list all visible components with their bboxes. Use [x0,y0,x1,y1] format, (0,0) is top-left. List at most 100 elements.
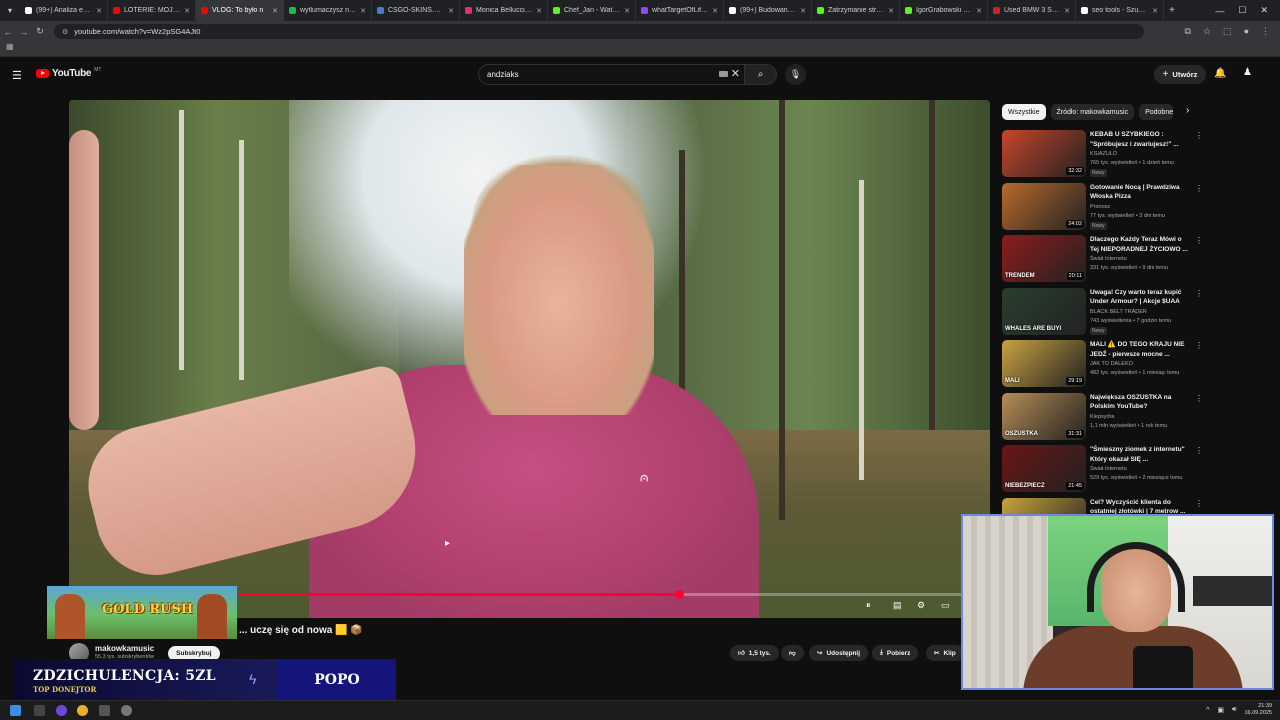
search-button[interactable]: ⌕ [745,64,777,85]
more-options-icon[interactable]: ⋮ [1195,446,1203,455]
back-icon[interactable]: ← [0,27,16,37]
browser-tab[interactable]: IgorGrabowski - Wa ✕ [900,0,988,21]
browser-tab[interactable]: Used BMW 3 Series ✕ [988,0,1076,21]
browser-tab[interactable]: Chef_Jan - Watch c ✕ [548,0,636,21]
video-player[interactable]: ⩀ ▸ ⏸ ▤ ⚙ ▭ [69,100,990,618]
more-options-icon[interactable]: ⋮ [1195,394,1203,403]
minimize-icon[interactable]: — [1215,6,1224,16]
search-input[interactable]: andziaks ✕ [478,64,745,85]
search-taskbar-icon[interactable] [34,705,45,716]
more-options-icon[interactable]: ⋮ [1195,289,1203,298]
browser-tab[interactable]: (99+) Budowanie wi ✕ [724,0,812,21]
recommendation-item[interactable]: 24:02 Gotowanie Nocą | Prawdziwa Włoska P… [1002,182,1272,231]
notifications-bell-icon[interactable]: 🔔 [1214,68,1226,79]
recommendation-thumbnail[interactable]: OSZUSTKA 31:31 [1002,392,1086,440]
chip-from-channel[interactable]: Źródło: makowkamusic [1050,104,1135,120]
tab-close-icon[interactable]: ✕ [448,7,454,15]
tab-close-icon[interactable]: ✕ [624,7,630,15]
tab-close-icon[interactable]: ✕ [800,7,806,15]
browser-tab[interactable]: (99+) Analiza emoc ✕ [20,0,108,21]
subtitles-icon[interactable]: ▤ [893,600,902,611]
tab-close-icon[interactable]: ✕ [1064,7,1070,15]
recommendation-thumbnail[interactable]: TRENDEM 20:11 [1002,235,1086,282]
profile-icon[interactable]: ● [1244,26,1249,37]
browser-tab[interactable]: CSGO-SKINS.COM ✕ [372,0,460,21]
apps-grid-icon[interactable]: ▦ [6,42,14,51]
tab-close-icon[interactable]: ✕ [272,7,278,15]
network-icon[interactable]: ▣ [1217,706,1224,714]
address-bar[interactable]: ⚙ youtube.com/watch?v=Wz2pSG4AJt0 [54,24,1144,39]
chevron-right-icon[interactable]: › [1186,105,1189,116]
reload-icon[interactable]: ↻ [32,26,48,37]
tab-close-icon[interactable]: ✕ [712,7,718,15]
browser-tab[interactable]: LOTERIE: MOJA PER ✕ [108,0,196,21]
tab-search-icon[interactable]: ▾ [0,6,20,15]
autoplay-toggle-icon[interactable]: ⏸ [866,600,871,611]
hamburger-menu-icon[interactable]: ☰ [12,69,22,82]
tab-close-icon[interactable]: ✕ [976,7,982,15]
tray-chevron-icon[interactable]: ^ [1206,707,1209,714]
close-window-icon[interactable]: ✕ [1260,5,1268,16]
share-button[interactable]: ↪ Udostępnij [809,645,869,661]
browser-tab[interactable]: whatTargetOfLife - ✕ [636,0,724,21]
recommendation-item[interactable]: NIEBEZPIECZ 21:45 "Śmieszny ziomek z inter… [1002,445,1272,493]
discord-icon[interactable] [56,705,67,716]
clear-search-icon[interactable]: ✕ [731,67,740,80]
recommendation-item[interactable]: OSZUSTKA 31:31 Największa OSZUSTKA na Pols… [1002,392,1272,441]
youtube-logo[interactable]: YouTube MT [36,67,101,79]
browser-tab[interactable]: wytlumaczysz nam ✕ [284,0,372,21]
recommendation-thumbnail[interactable]: NIEBEZPIECZ 21:45 [1002,445,1086,492]
create-button[interactable]: + Utwórz [1154,65,1206,84]
recommendation-thumbnail[interactable]: 32:32 [1002,130,1086,177]
extensions-icon[interactable]: ⬚ [1223,26,1232,37]
chip-all[interactable]: Wszystkie [1002,104,1046,120]
maximize-icon[interactable]: ☐ [1238,5,1246,16]
new-tab-icon[interactable]: + [1164,5,1180,16]
browser-menu-icon[interactable]: ⋮ [1261,26,1270,37]
more-options-icon[interactable]: ⋮ [1195,341,1203,350]
more-options-icon[interactable]: ⋮ [1195,499,1203,508]
recommendation-thumbnail[interactable]: 24:02 [1002,182,1086,230]
recommendation-item[interactable]: 32:32 KEBAB U SZYBKIEGO : "Spróbujesz i z… [1002,130,1272,178]
voice-search-button[interactable]: 🎙 [785,64,806,85]
tab-close-icon[interactable]: ✕ [536,7,542,15]
keyboard-icon[interactable] [719,71,728,77]
more-options-icon[interactable]: ⋮ [1195,184,1203,193]
like-button[interactable]: 👍︎ 1,5 tys. [730,645,779,661]
channel-name[interactable]: makowkamusic [95,645,154,653]
theater-mode-icon[interactable]: ▭ [941,600,950,611]
account-avatar-icon[interactable]: ♟ [1243,67,1252,78]
recommendation-item[interactable]: WHALES ARE BUYI Uwaga! Czy warto teraz ku… [1002,287,1272,336]
download-button[interactable]: ⤓ Pobierz [872,645,919,661]
browser-tab[interactable]: Zatrzymanie strean ✕ [812,0,900,21]
browser-tab[interactable]: seo tools - Szukaj w ✕ [1076,0,1164,21]
start-menu-icon[interactable] [10,705,21,716]
forward-icon[interactable]: → [16,27,32,37]
settings-gear-icon[interactable]: ⚙ [917,600,925,611]
dislike-button[interactable]: 👎︎ [781,645,804,661]
tab-close-icon[interactable]: ✕ [360,7,366,15]
site-info-icon[interactable]: ⚙ [62,28,68,36]
browser-tab[interactable]: Monica Bellucci (@ ✕ [460,0,548,21]
chrome-icon[interactable] [77,705,88,716]
recommendation-item[interactable]: TRENDEM 20:11 Dlaczego Każdy Teraz Mówi o … [1002,235,1272,283]
more-options-icon[interactable]: ⋮ [1195,131,1203,140]
recommendation-item[interactable]: MALI 29:19 MALI ⚠️ DO TEGO KRAJU NIE JEDŹ … [1002,340,1272,388]
tab-close-icon[interactable]: ✕ [888,7,894,15]
chip-related[interactable]: Podobne [1139,104,1174,120]
cast-icon[interactable]: ⧉ [1185,26,1191,37]
bookmark-star-icon[interactable]: ☆ [1203,26,1211,37]
obs-icon[interactable] [121,705,132,716]
video-progress-bar[interactable] [235,590,968,599]
tab-close-icon[interactable]: ✕ [96,7,102,15]
tab-close-icon[interactable]: ✕ [184,7,190,15]
more-options-icon[interactable]: ⋮ [1195,236,1203,245]
recommendation-thumbnail[interactable]: MALI 29:19 [1002,340,1086,387]
volume-icon[interactable]: 🔊︎ [1232,706,1236,714]
shield-app-icon[interactable] [99,705,110,716]
recommendation-thumbnail[interactable]: WHALES ARE BUYI [1002,287,1086,335]
tab-close-icon[interactable]: ✕ [1152,7,1158,15]
browser-tab[interactable]: VLOG: To było n ✕ [196,0,284,21]
clock[interactable]: 21:39 16.09.2025 [1244,703,1272,717]
clip-button[interactable]: ✂ Klip [926,645,964,661]
